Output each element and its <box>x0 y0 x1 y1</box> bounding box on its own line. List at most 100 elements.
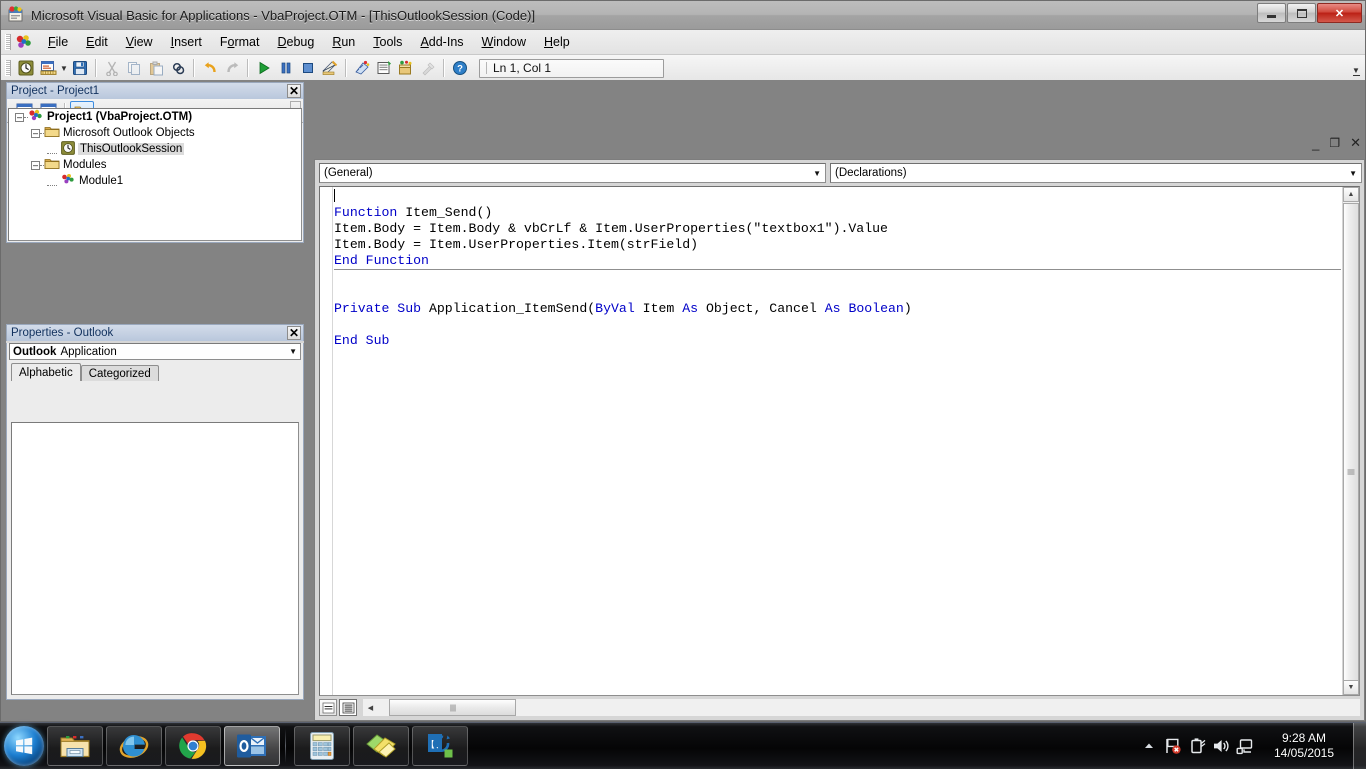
menu-format[interactable]: Format <box>211 32 269 52</box>
menu-window[interactable]: Window <box>473 32 535 52</box>
network-icon[interactable] <box>1234 731 1256 761</box>
procedure-view-button[interactable] <box>319 699 337 716</box>
menu-addins[interactable]: Add-Ins <box>411 32 472 52</box>
expander-modules[interactable]: – <box>31 160 40 170</box>
undo-button[interactable] <box>199 57 221 79</box>
outlook-session-icon <box>61 140 75 158</box>
tab-categorized[interactable]: Categorized <box>80 365 159 381</box>
close-button[interactable]: ✕ <box>1317 3 1362 23</box>
view-outlook-button[interactable] <box>15 57 37 79</box>
menu-debug[interactable]: Debug <box>268 32 323 52</box>
horizontal-scroll-thumb[interactable] <box>389 699 516 716</box>
object-browser-button[interactable] <box>395 57 417 79</box>
code-editor[interactable]: Function Item_Send() Item.Body = Item.Bo… <box>319 186 1360 696</box>
reset-button[interactable] <box>297 57 319 79</box>
taskbar-calculator[interactable] <box>294 726 350 766</box>
expander-outlook-objects[interactable]: – <box>31 128 40 138</box>
copy-button[interactable] <box>123 57 145 79</box>
volume-icon[interactable] <box>1210 731 1232 761</box>
power-icon[interactable] <box>1186 731 1208 761</box>
toolbar-drag-grip[interactable] <box>5 60 11 76</box>
scroll-down-button[interactable]: ▼ <box>1343 680 1359 695</box>
project-tree[interactable]: – Project1 (VbaProject.OTM) – Microsoft … <box>8 108 302 241</box>
paste-button[interactable] <box>145 57 167 79</box>
taskbar-clock[interactable]: 9:28 AM 14/05/2015 <box>1261 731 1347 761</box>
code-text[interactable]: Function Item_Send() Item.Body = Item.Bo… <box>334 189 1341 695</box>
taskbar-sticky-notes[interactable] <box>353 726 409 766</box>
procedure-combo[interactable]: (Declarations) ▼ <box>830 163 1362 183</box>
tree-item-thisoutlooksession[interactable]: ThisOutlookSession <box>9 140 301 158</box>
menu-insert[interactable]: Insert <box>162 32 211 52</box>
menu-help[interactable]: Help <box>535 32 579 52</box>
menu-run[interactable]: Run <box>323 32 364 52</box>
tab-alphabetic[interactable]: Alphabetic <box>11 363 81 381</box>
toolbox-button[interactable] <box>417 57 439 79</box>
project-explorer-titlebar[interactable]: Project - Project1 ✕ <box>6 82 304 99</box>
properties-close-button[interactable]: ✕ <box>287 326 301 340</box>
toolbar-overflow-button[interactable]: ▼ <box>1351 58 1361 76</box>
properties-titlebar[interactable]: Properties - Outlook ✕ <box>6 324 304 341</box>
taskbar-lync[interactable]: L <box>412 726 468 766</box>
properties-title: Properties - Outlook <box>11 327 114 339</box>
minimize-button[interactable] <box>1257 3 1286 23</box>
vertical-scroll-thumb[interactable] <box>1343 203 1359 695</box>
expander-project1[interactable]: – <box>15 112 24 122</box>
title-bar: Microsoft Visual Basic for Applications … <box>1 1 1365 30</box>
scroll-up-button[interactable]: ▲ <box>1343 187 1359 202</box>
code-combo-bar: (General) ▼ (Declarations) ▼ <box>315 160 1364 184</box>
action-center-icon[interactable] <box>1162 731 1184 761</box>
mdi-close-button[interactable]: ✕ <box>1350 135 1361 151</box>
properties-object-type: Application <box>60 345 117 358</box>
full-module-view-button[interactable] <box>339 699 357 716</box>
chevron-down-icon[interactable]: ▼ <box>1349 169 1357 178</box>
help-button[interactable]: ? <box>449 57 471 79</box>
project-explorer-button[interactable] <box>351 57 373 79</box>
scroll-left-button[interactable]: ◀ <box>363 699 378 716</box>
object-combo[interactable]: (General) ▼ <box>319 163 826 183</box>
chevron-down-icon[interactable]: ▼ <box>289 347 297 356</box>
tree-label-module1: Module1 <box>79 175 124 187</box>
menu-edit[interactable]: Edit <box>77 32 117 52</box>
show-hidden-icons-button[interactable] <box>1138 731 1160 761</box>
taskbar-windows-explorer[interactable] <box>47 726 103 766</box>
save-button[interactable] <box>69 57 91 79</box>
taskbar-google-chrome[interactable] <box>165 726 221 766</box>
restore-button[interactable] <box>1287 3 1316 23</box>
design-mode-button[interactable] <box>319 57 341 79</box>
properties-window-button[interactable] <box>373 57 395 79</box>
find-button[interactable] <box>167 57 189 79</box>
system-tray: 9:28 AM 14/05/2015 <box>1137 723 1366 769</box>
properties-object-combo[interactable]: Outlook Application ▼ <box>9 343 301 360</box>
break-button[interactable] <box>275 57 297 79</box>
insert-userform-button[interactable] <box>37 57 59 79</box>
module-icon <box>61 173 76 189</box>
menu-tools[interactable]: Tools <box>364 32 411 52</box>
menu-file[interactable]: File <box>39 32 77 52</box>
chevron-down-icon[interactable]: ▼ <box>813 169 821 178</box>
tree-item-project1[interactable]: – Project1 (VbaProject.OTM) <box>9 109 301 125</box>
tree-item-module1[interactable]: Module1 <box>9 173 301 189</box>
insert-userform-dropdown[interactable]: ▼ <box>59 57 69 79</box>
menu-view[interactable]: View <box>117 32 162 52</box>
object-combo-value: (General) <box>324 167 373 179</box>
clock-date: 14/05/2015 <box>1273 746 1335 760</box>
tree-item-outlook-objects[interactable]: – Microsoft Outlook Objects <box>9 125 301 141</box>
code-vertical-scrollbar[interactable]: ▲ ▼ <box>1342 187 1359 695</box>
procedure-separator <box>334 269 1341 270</box>
taskbar-microsoft-outlook[interactable] <box>224 726 280 766</box>
properties-object-name: Outlook <box>13 345 57 358</box>
run-button[interactable] <box>253 57 275 79</box>
properties-list[interactable] <box>11 422 299 695</box>
redo-button[interactable] <box>221 57 243 79</box>
project-explorer-close-button[interactable]: ✕ <box>287 84 301 98</box>
project-icon <box>28 109 44 126</box>
taskbar-internet-explorer[interactable] <box>106 726 162 766</box>
menu-drag-grip[interactable] <box>5 34 11 50</box>
mdi-minimize-button[interactable]: _ <box>1312 136 1319 151</box>
mdi-restore-button[interactable]: ❐ <box>1329 136 1340 150</box>
show-desktop-button[interactable] <box>1353 723 1366 769</box>
cut-button[interactable] <box>101 57 123 79</box>
tree-item-modules[interactable]: – Modules <box>9 157 301 173</box>
start-button[interactable] <box>4 726 44 766</box>
project-explorer-title: Project - Project1 <box>11 85 100 97</box>
